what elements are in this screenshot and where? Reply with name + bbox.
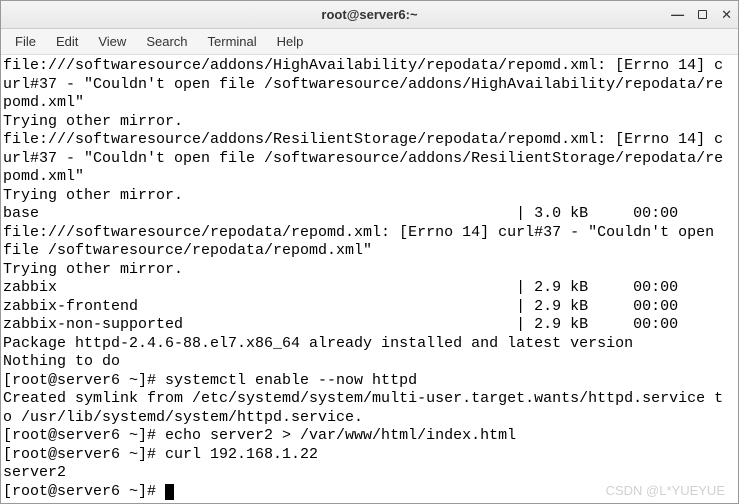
menu-file[interactable]: File bbox=[7, 31, 44, 52]
window-controls: — ✕ bbox=[671, 7, 732, 23]
menu-search[interactable]: Search bbox=[138, 31, 195, 52]
close-icon[interactable]: ✕ bbox=[721, 7, 732, 23]
minimize-icon[interactable]: — bbox=[671, 7, 684, 22]
window-title: root@server6:~ bbox=[321, 7, 417, 22]
menu-terminal[interactable]: Terminal bbox=[200, 31, 265, 52]
maximize-icon[interactable] bbox=[698, 10, 707, 19]
menu-help[interactable]: Help bbox=[269, 31, 312, 52]
menu-view[interactable]: View bbox=[90, 31, 134, 52]
menubar: File Edit View Search Terminal Help bbox=[1, 29, 738, 55]
terminal-output[interactable]: file:///softwaresource/addons/HighAvaila… bbox=[1, 55, 738, 503]
menu-edit[interactable]: Edit bbox=[48, 31, 86, 52]
titlebar: root@server6:~ — ✕ bbox=[1, 1, 738, 29]
